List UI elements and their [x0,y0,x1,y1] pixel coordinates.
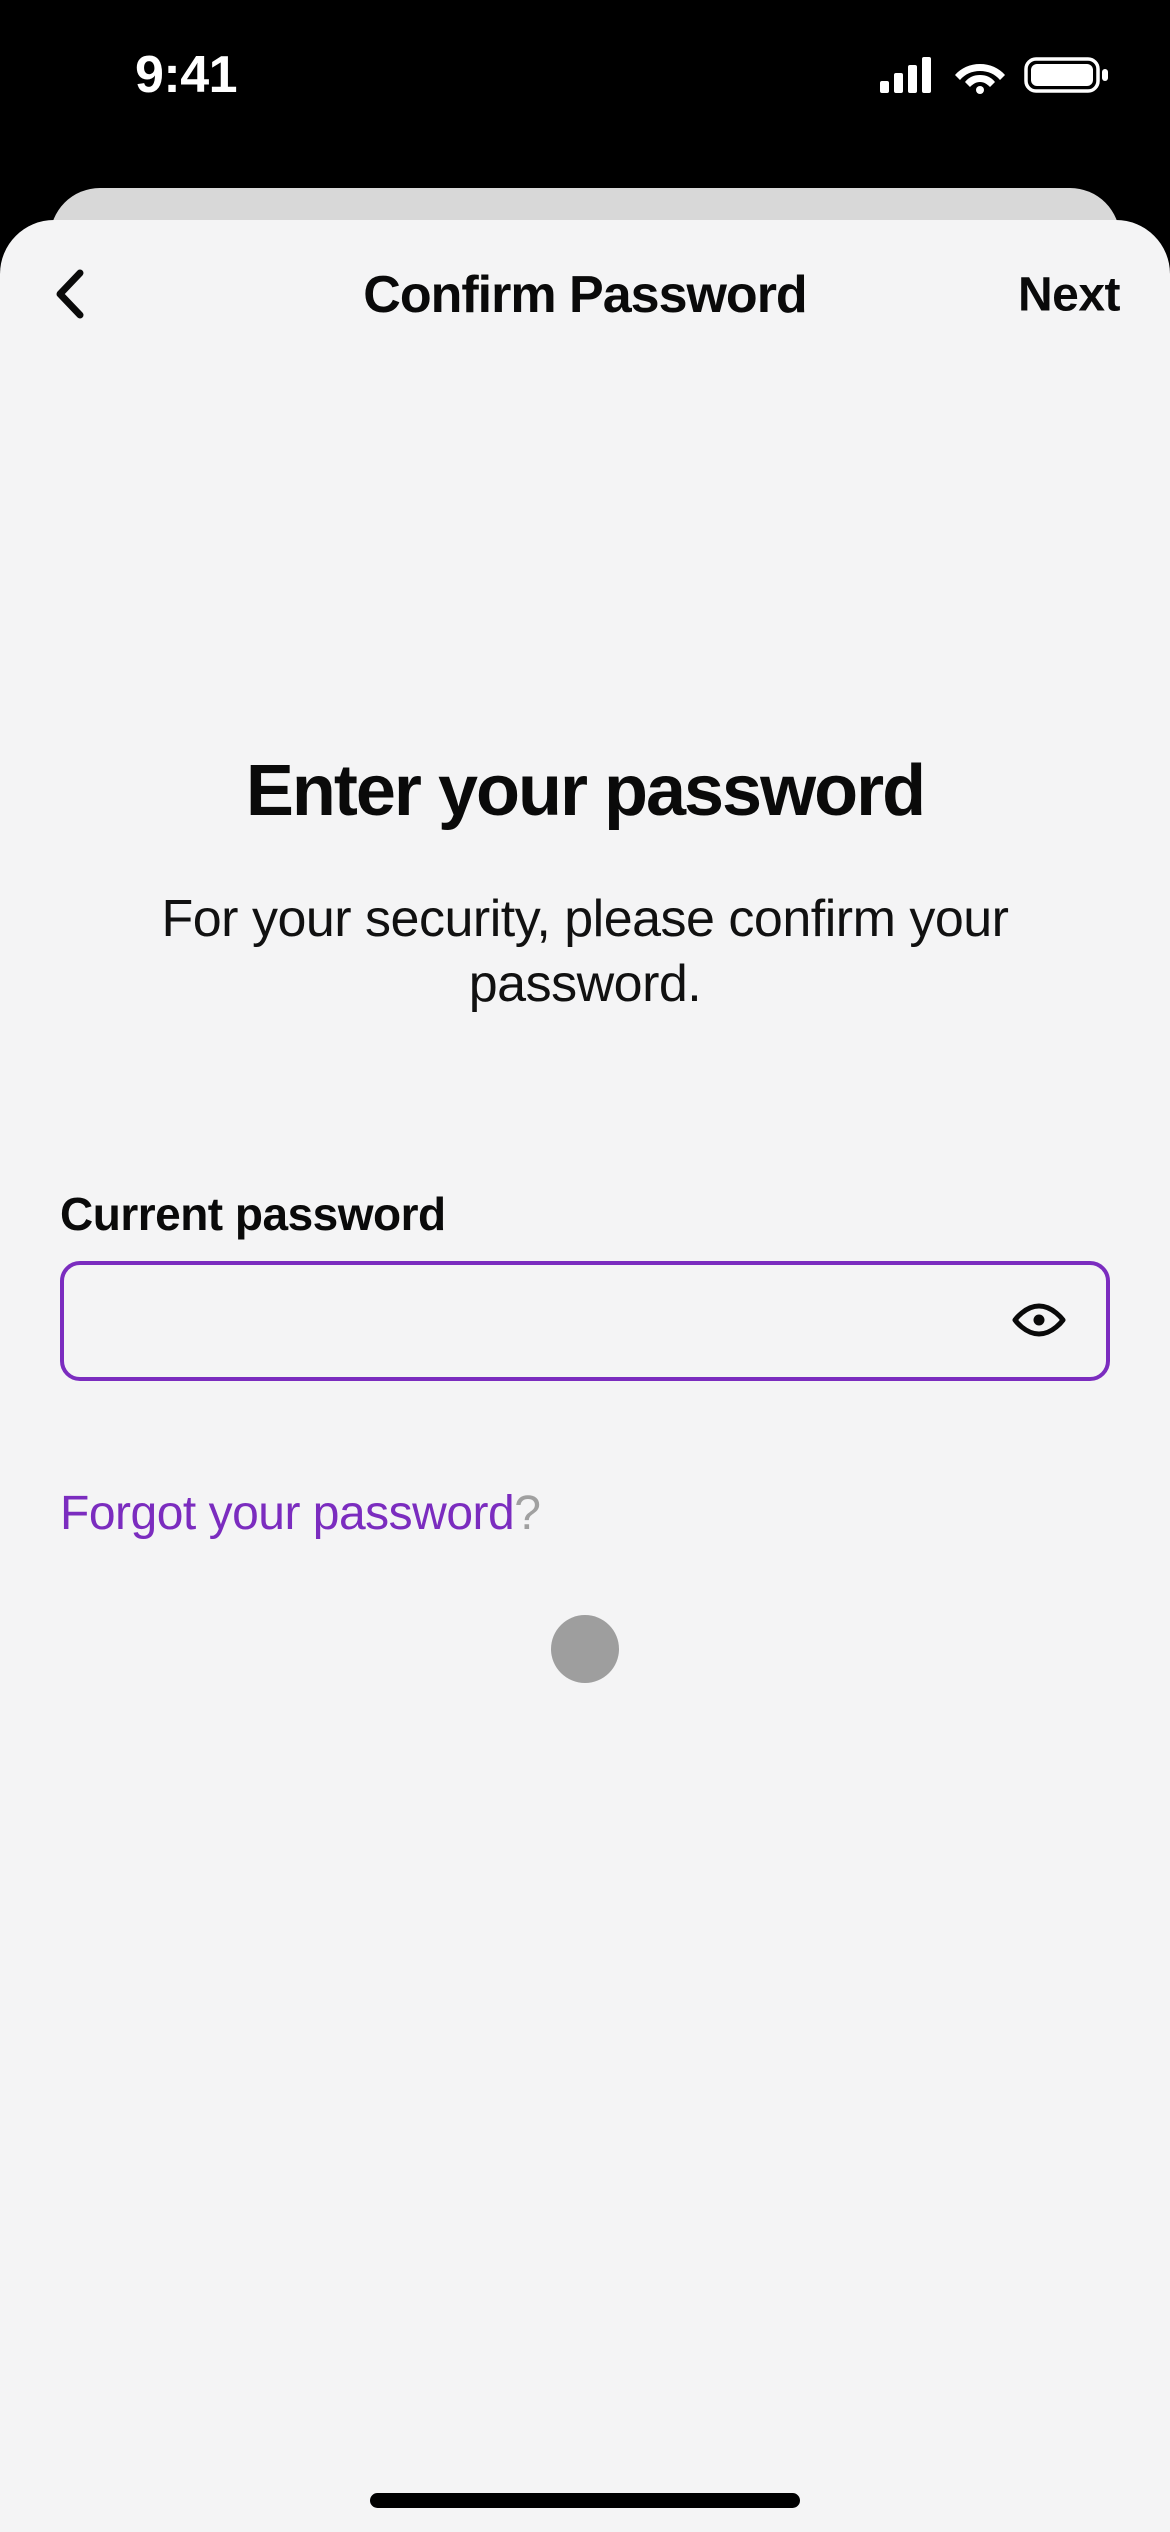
device-frame: 9:41 [0,0,1170,2532]
back-button[interactable] [40,255,100,335]
loading-indicator [551,1615,619,1683]
password-input-wrap [60,1261,1110,1381]
home-indicator [370,2493,800,2508]
status-bar: 9:41 [0,0,1170,150]
subheading: For your security, please confirm your p… [60,887,1110,1017]
wifi-icon [954,56,1006,94]
toggle-password-visibility-button[interactable] [1000,1290,1078,1353]
heading: Enter your password [60,750,1110,832]
chevron-left-icon [52,267,88,324]
modal-sheet: Confirm Password Next Enter your passwor… [0,220,1170,2532]
status-indicators [880,55,1110,95]
forgot-password-text: Forgot your password [60,1487,514,1540]
navbar: Confirm Password Next [0,220,1170,370]
status-time: 9:41 [70,45,237,105]
next-button[interactable]: Next [1018,268,1120,323]
content-area: Enter your password For your security, p… [0,750,1170,1541]
page-title: Confirm Password [363,265,806,325]
password-label: Current password [60,1187,1110,1241]
password-field-group: Current password [60,1187,1110,1381]
forgot-password-link[interactable]: Forgot your password? [60,1486,540,1541]
battery-icon [1024,55,1110,95]
forgot-password-suffix: ? [514,1487,540,1540]
current-password-input[interactable] [92,1265,1000,1377]
cellular-icon [880,57,936,93]
eye-icon [1010,1300,1068,1343]
